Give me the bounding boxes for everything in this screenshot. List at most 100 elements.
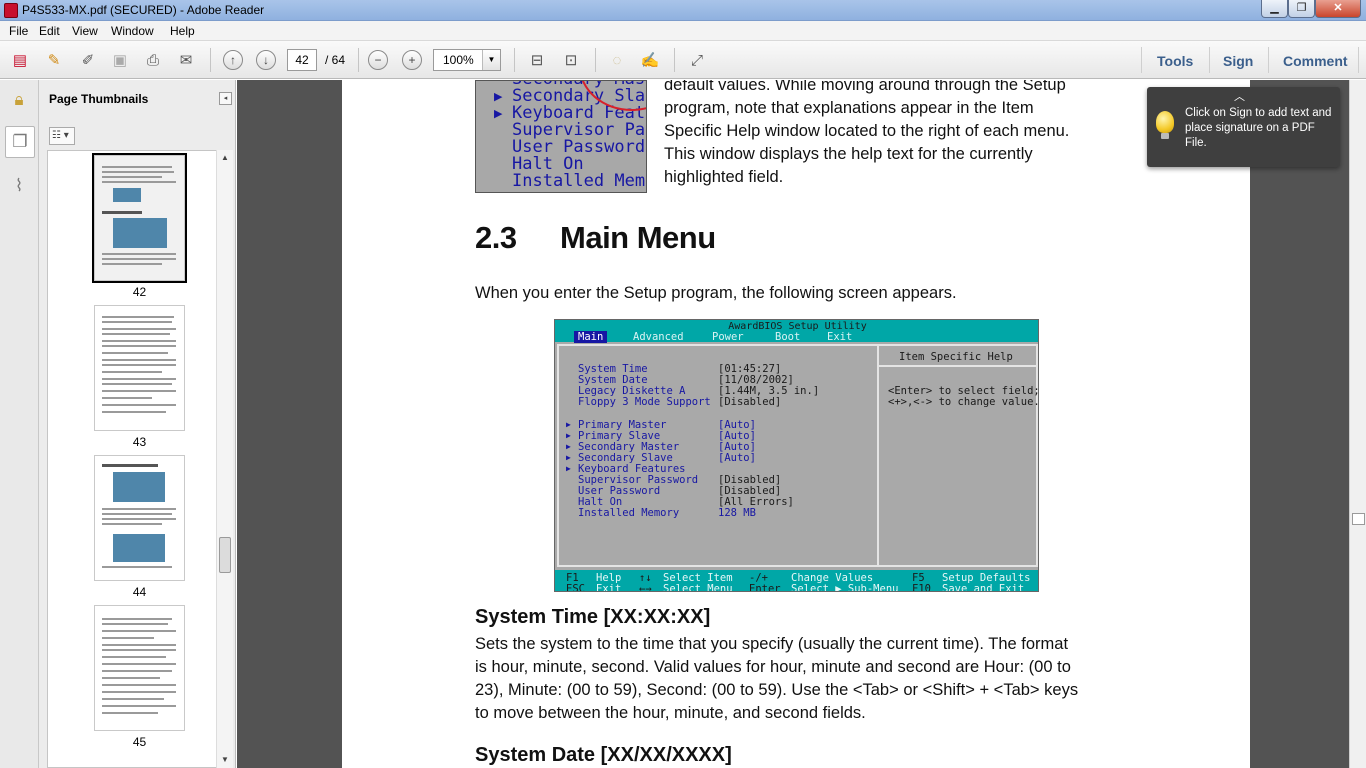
open-file-icon[interactable]: ✎ <box>42 49 66 71</box>
bios-help-line: <+>,<-> to change value. <box>888 396 1039 408</box>
lock-icon[interactable]: 🔒︎ <box>8 90 30 114</box>
page-thumbnails-icon[interactable]: ❐ <box>5 126 35 158</box>
attachments-icon[interactable]: ⌇ <box>8 176 30 200</box>
thumbnail-label: 45 <box>132 735 147 749</box>
next-page-icon[interactable]: ↓ <box>254 49 278 71</box>
system-time-line: 23), Minute: (00 to 59), Second: (00 to … <box>475 681 1079 699</box>
intro-line: program, note that explanations appear i… <box>664 99 1034 117</box>
menu-bar: File Edit View Window Help <box>0 21 1366 41</box>
print-icon[interactable]: ⎙ <box>141 49 165 71</box>
menu-window[interactable]: Window <box>111 24 154 38</box>
navigation-rail: 🔒︎ ❐ ⌇ <box>0 80 39 768</box>
intro-line: This window displays the help text for t… <box>664 145 1033 163</box>
triangle-icon: ▶ <box>566 464 571 473</box>
thumbnail-label: 43 <box>132 435 147 449</box>
scroll-down-icon[interactable]: ▼ <box>217 752 233 768</box>
zoom-out-icon[interactable]: − <box>366 49 390 71</box>
page-thumbnails-panel: Page Thumbnails ◂ ☷ ▾ 42 43 44 45 ▲ ▼ <box>39 80 236 768</box>
full-screen-icon[interactable]: ⤢ <box>685 49 709 71</box>
section-title: Main Menu <box>560 220 716 255</box>
thumbnail-page-44[interactable] <box>94 455 185 581</box>
system-time-heading: System Time [XX:XX:XX] <box>475 606 711 628</box>
scrollbar-thumb[interactable] <box>1352 513 1365 525</box>
email-icon[interactable]: ✉ <box>174 49 198 71</box>
zoom-in-icon[interactable]: + <box>400 49 424 71</box>
system-time-line: is hour, minute, second. Valid values fo… <box>475 658 1071 676</box>
scrollbar-thumb[interactable] <box>219 537 231 573</box>
save-icon[interactable]: ▣ <box>108 49 132 71</box>
bios-menu-boot: Boot <box>775 331 801 343</box>
triangle-icon: ▶ <box>566 431 571 440</box>
thumbnail-label: 44 <box>132 585 147 599</box>
fit-page-icon[interactable]: ⊟ <box>525 49 549 71</box>
menu-help[interactable]: Help <box>170 24 195 38</box>
thumbnail-page-43[interactable] <box>94 305 185 431</box>
thumbnail-label: 42 <box>132 285 147 299</box>
triangle-icon: ▶ <box>494 108 503 120</box>
bios-menu-exit: Exit <box>827 331 853 343</box>
bios-value: 128 MB <box>718 507 756 519</box>
document-scrollbar[interactable] <box>1349 80 1366 768</box>
intro-line: default values. While moving around thro… <box>664 80 1066 94</box>
collapse-panel-icon[interactable]: ◂ <box>219 92 232 105</box>
triangle-icon: ▶ <box>494 91 503 103</box>
sticky-note-icon[interactable]: ◌ <box>605 49 629 71</box>
bios-screenshot-partial: Secondary Mast ▶ Secondary Slav ▶ Keyboa… <box>475 80 647 193</box>
thumbnail-page-42[interactable] <box>92 153 187 283</box>
maximize-button[interactable]: ❐ <box>1288 0 1315 18</box>
bios-menu-advanced: Advanced <box>633 331 684 343</box>
bios-item: Installed Memory <box>578 507 680 519</box>
sign-tooltip: ︿ Click on Sign to add text and place si… <box>1147 87 1340 167</box>
close-button[interactable]: ✕ <box>1315 0 1361 18</box>
bios-value: [Disabled] <box>718 396 782 408</box>
thumbnail-options-button[interactable]: ☷ ▾ <box>49 127 75 145</box>
bios-value: [Auto] <box>718 452 756 464</box>
window-title: P4S533-MX.pdf (SECURED) - Adobe Reader <box>22 3 265 17</box>
adobe-reader-icon <box>4 3 18 18</box>
bios-menu-power: Power <box>712 331 744 343</box>
chevron-down-icon[interactable]: ▼ <box>482 50 500 70</box>
thumbnail-list: 42 43 44 45 <box>47 150 217 768</box>
minimize-button[interactable]: ▁ <box>1261 0 1288 18</box>
bios-main-menu-screenshot: AwardBIOS Setup Utility Main Advanced Po… <box>554 319 1039 592</box>
intro-line: highlighted field. <box>664 168 784 186</box>
section-number: 2.3 <box>475 220 517 255</box>
zoom-level-value: 100% <box>443 53 474 67</box>
system-time-line: to move between the hour, minute, and se… <box>475 704 866 722</box>
lightbulb-icon <box>1156 111 1174 139</box>
menu-edit[interactable]: Edit <box>39 24 60 38</box>
bios-footer: F1 Help ↑↓ Select Item -/+ Change Values… <box>555 570 1038 591</box>
fit-width-icon[interactable]: ⊡ <box>559 49 583 71</box>
highlight-icon[interactable]: ✍ <box>638 49 662 71</box>
chevron-up-icon[interactable]: ︿ <box>1234 88 1245 104</box>
section-heading: 2.3 Main Menu <box>475 220 716 256</box>
system-date-heading: System Date [XX/XX/XXXX] <box>475 744 732 766</box>
menu-view[interactable]: View <box>72 24 98 38</box>
triangle-icon: ▶ <box>566 453 571 462</box>
panel-title: Page Thumbnails <box>49 92 149 106</box>
page-total: / 64 <box>325 53 346 67</box>
lead-paragraph: When you enter the Setup program, the fo… <box>475 284 957 302</box>
triangle-icon: ▶ <box>566 420 571 429</box>
system-time-line: Sets the system to the time that you spe… <box>475 635 1069 653</box>
intro-line: Specific Help window located to the righ… <box>664 122 1070 140</box>
bios-item: Floppy 3 Mode Support <box>578 396 711 408</box>
comment-button[interactable]: Comment <box>1283 53 1348 69</box>
title-bar: P4S533-MX.pdf (SECURED) - Adobe Reader ▁… <box>0 0 1366 21</box>
bios-help-title: Item Specific Help <box>899 351 1013 363</box>
previous-page-icon[interactable]: ↑ <box>221 49 245 71</box>
create-pdf-icon[interactable]: ▤ <box>8 49 32 71</box>
thumbnail-scrollbar[interactable]: ▲ ▼ <box>216 150 233 768</box>
scroll-up-icon[interactable]: ▲ <box>217 150 233 166</box>
page-number-input[interactable]: 42 <box>287 49 317 71</box>
bios-menu-main: Main <box>574 331 608 343</box>
sign-button[interactable]: Sign <box>1223 53 1253 69</box>
thumbnail-page-45[interactable] <box>94 605 185 731</box>
document-view: Secondary Mast ▶ Secondary Slav ▶ Keyboa… <box>237 80 1366 768</box>
edit-pdf-icon[interactable]: ✐ <box>76 49 100 71</box>
zoom-level-select[interactable]: 100% ▼ <box>433 49 501 71</box>
tools-button[interactable]: Tools <box>1157 53 1193 69</box>
pdf-page: Secondary Mast ▶ Secondary Slav ▶ Keyboa… <box>342 80 1250 768</box>
menu-file[interactable]: File <box>9 24 28 38</box>
tooltip-text: Click on Sign to add text and place sign… <box>1185 107 1332 149</box>
